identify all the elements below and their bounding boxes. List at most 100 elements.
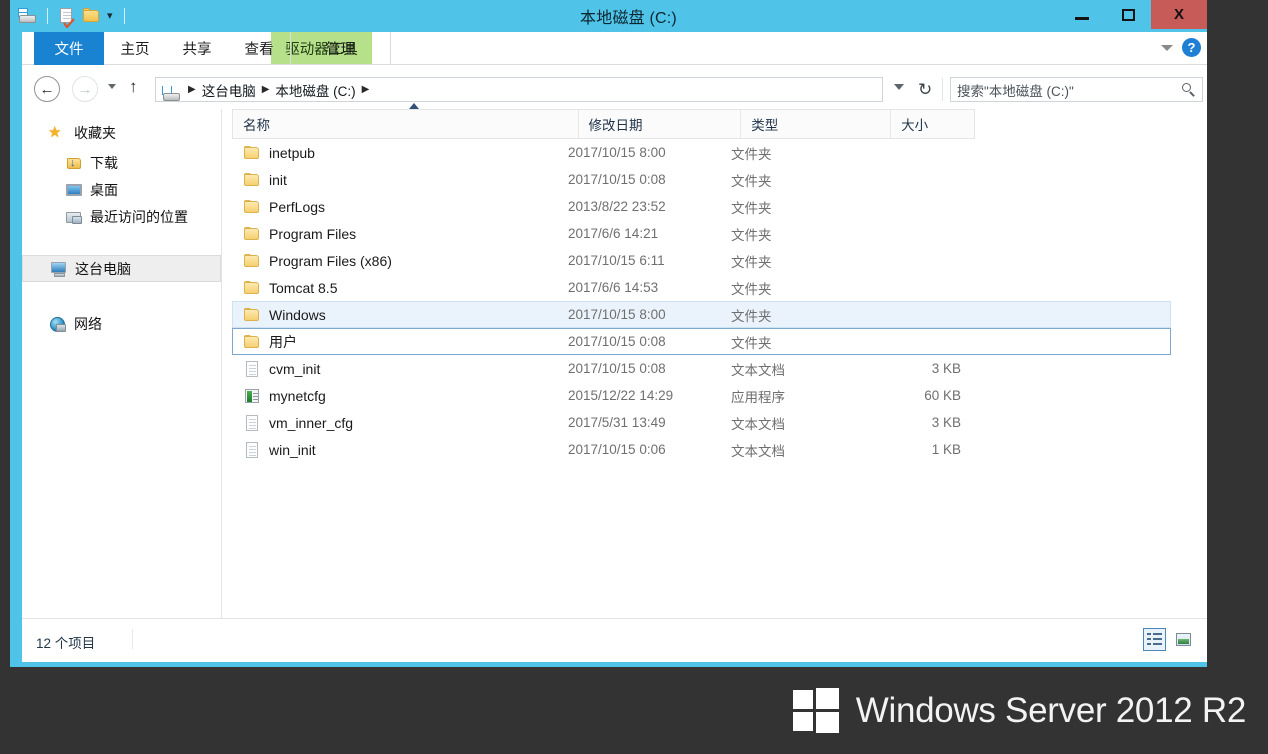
file-date-cell: 2017/6/6 14:21 — [568, 226, 659, 241]
sidebar-item-network-label: 网络 — [74, 315, 102, 332]
table-row[interactable]: inetpub 2017/10/15 8:00 文件夹 — [232, 139, 1171, 166]
sidebar-item-desktop-label: 桌面 — [90, 181, 118, 198]
file-type-cell: 文件夹 — [731, 173, 772, 189]
sidebar-item-downloads-label: 下载 — [90, 154, 118, 171]
file-name-cell: inetpub — [233, 144, 568, 162]
tab-home[interactable]: 主页 — [104, 32, 166, 65]
table-row[interactable]: mynetcfg 2015/12/22 14:29 应用程序 60 KB — [232, 382, 1171, 409]
breadcrumb-this-pc[interactable]: 这台电脑 — [202, 80, 256, 100]
column-header-type[interactable]: 类型 — [740, 110, 890, 138]
address-history-dropdown-icon[interactable] — [894, 84, 904, 90]
title-bar: ▾ 本地磁盘 (C:) X — [10, 0, 1207, 32]
column-header-date[interactable]: 修改日期 — [577, 110, 741, 138]
sidebar-item-this-pc-label: 这台电脑 — [75, 260, 131, 277]
file-date-cell: 2017/10/15 8:00 — [568, 307, 666, 322]
maximize-button[interactable] — [1105, 0, 1151, 29]
chevron-down-icon[interactable] — [1161, 44, 1173, 51]
minimize-button[interactable] — [1059, 0, 1105, 29]
file-date-cell: 2017/10/15 0:08 — [568, 172, 666, 187]
status-divider — [132, 629, 133, 649]
details-view-button[interactable] — [1143, 628, 1166, 651]
forward-button[interactable]: → — [72, 76, 98, 102]
file-size-cell: 3 KB — [931, 361, 961, 376]
file-name-cell: mynetcfg — [233, 387, 568, 405]
close-button[interactable]: X — [1151, 0, 1207, 29]
file-name-cell: 用户 — [233, 332, 568, 352]
column-header-date-label: 修改日期 — [588, 118, 643, 133]
table-row[interactable]: PerfLogs 2013/8/22 23:52 文件夹 — [232, 193, 1171, 220]
address-search-divider — [942, 78, 943, 101]
column-headers: 名称 修改日期 类型 大小 — [232, 103, 975, 139]
folder-icon — [242, 198, 262, 216]
file-type-cell: 文件夹 — [731, 254, 772, 270]
file-type-cell: 文本文档 — [731, 443, 785, 459]
file-name-label: Tomcat 8.5 — [269, 279, 338, 296]
tab-manage[interactable]: 管理 — [290, 32, 391, 65]
folder-icon — [242, 306, 262, 324]
table-row[interactable]: Program Files 2017/6/6 14:21 文件夹 — [232, 220, 1171, 247]
view-mode-buttons — [1143, 628, 1195, 651]
table-row[interactable]: cvm_init 2017/10/15 0:08 文本文档 3 KB — [232, 355, 1171, 382]
file-rows: inetpub 2017/10/15 8:00 文件夹 init 2017/10/15 … — [232, 139, 1171, 463]
network-icon — [48, 315, 68, 333]
table-row[interactable]: Windows 2017/10/15 8:00 文件夹 — [232, 301, 1171, 328]
file-size-cell: 3 KB — [931, 415, 961, 430]
sidebar-item-this-pc[interactable]: 这台电脑 — [22, 255, 221, 282]
status-bar: 12 个项目 — [22, 618, 1207, 662]
tab-view[interactable]: 查看 — [228, 32, 290, 65]
sidebar-item-downloads[interactable]: ↓ 下载 — [22, 149, 221, 176]
table-row[interactable]: win_init 2017/10/15 0:06 文本文档 1 KB — [232, 436, 1171, 463]
back-button[interactable]: ← — [34, 76, 60, 102]
text-file-icon — [242, 414, 262, 432]
breadcrumb-separator-0: ▶ — [188, 84, 196, 95]
folder-icon — [242, 252, 262, 270]
explorer-window: ▾ 本地磁盘 (C:) X 驱动器工具 文件 主页 共享 查看 管理 ? ← →… — [10, 0, 1207, 667]
file-name-cell: Tomcat 8.5 — [233, 279, 568, 297]
up-button[interactable]: ↑ — [129, 77, 138, 97]
table-row[interactable]: vm_inner_cfg 2017/5/31 13:49 文本文档 3 KB — [232, 409, 1171, 436]
downloads-folder-icon: ↓ — [64, 154, 84, 172]
recent-places-icon — [64, 208, 84, 226]
file-type-cell: 文件夹 — [731, 335, 772, 351]
tab-file[interactable]: 文件 — [34, 32, 104, 65]
windows-server-branding: Windows Server 2012 R2 — [792, 688, 1246, 734]
help-button[interactable]: ? — [1182, 38, 1201, 57]
sidebar-item-desktop[interactable]: 桌面 — [22, 176, 221, 203]
column-header-size[interactable]: 大小 — [890, 110, 974, 138]
breadcrumb-separator-2[interactable]: ▶ — [362, 84, 370, 95]
tab-share[interactable]: 共享 — [166, 32, 228, 65]
column-header-name[interactable]: 名称 — [233, 103, 578, 138]
file-name-label: PerfLogs — [269, 198, 326, 215]
file-type-cell: 文本文档 — [731, 416, 785, 432]
file-name-cell: Program Files — [233, 225, 568, 243]
item-count-label: 12 个项目 — [36, 636, 96, 651]
file-name-label: mynetcfg — [269, 387, 326, 404]
file-date-cell: 2013/8/22 23:52 — [568, 199, 666, 214]
column-header-type-label: 类型 — [751, 118, 779, 133]
breadcrumb-local-disk[interactable]: 本地磁盘 (C:) — [275, 80, 355, 100]
file-name-label: 用户 — [269, 333, 297, 350]
recent-locations-caret-icon[interactable] — [108, 84, 116, 89]
window-title-text: 本地磁盘 (C:) — [580, 10, 677, 27]
table-row[interactable]: Program Files (x86) 2017/10/15 6:11 文件夹 — [232, 247, 1171, 274]
address-bar[interactable]: ▶ 这台电脑 ▶ 本地磁盘 (C:) ▶ — [155, 77, 883, 102]
maximize-icon — [1121, 8, 1135, 21]
file-type-cell: 文件夹 — [731, 146, 772, 162]
large-icons-view-button[interactable] — [1172, 628, 1195, 651]
ribbon-tab-strip: 驱动器工具 文件 主页 共享 查看 管理 ? — [22, 32, 1207, 65]
file-name-label: win_init — [269, 441, 316, 458]
sidebar-item-recent-places[interactable]: 最近访问的位置 — [22, 203, 221, 230]
search-input[interactable]: 搜索"本地磁盘 (C:)" — [950, 77, 1203, 102]
sidebar-item-network[interactable]: 网络 — [22, 310, 221, 337]
refresh-button[interactable]: ↻ — [918, 80, 932, 100]
file-name-cell: Program Files (x86) — [233, 252, 568, 270]
application-icon — [242, 387, 262, 405]
column-header-name-label: 名称 — [243, 118, 270, 133]
file-date-cell: 2017/10/15 8:00 — [568, 145, 666, 160]
table-row[interactable]: Tomcat 8.5 2017/6/6 14:53 文件夹 — [232, 274, 1171, 301]
navigation-pane: ★ 收藏夹 ↓ 下载 桌面 最近访问的位置 这台电脑 网络 — [22, 109, 222, 618]
table-row[interactable]: init 2017/10/15 0:08 文件夹 — [232, 166, 1171, 193]
sidebar-item-favorites[interactable]: ★ 收藏夹 — [22, 119, 221, 146]
window-controls: X — [1059, 0, 1207, 29]
table-row[interactable]: 用户 2017/10/15 0:08 文件夹 — [232, 328, 1171, 355]
